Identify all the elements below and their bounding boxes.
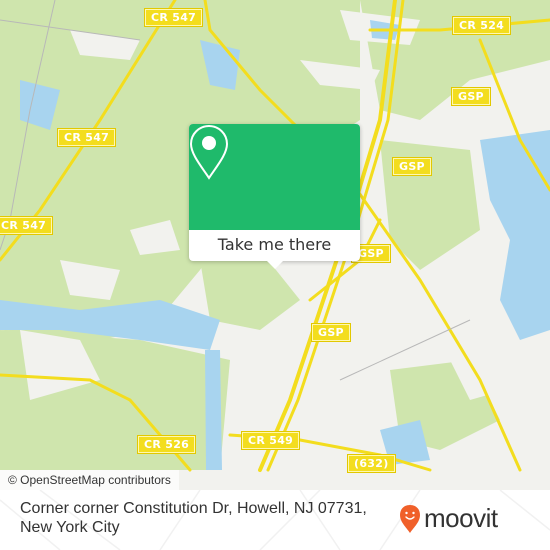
road-label: GSP (451, 87, 491, 106)
road-label: CR 547 (56, 128, 117, 147)
road-label: CR 547 (0, 216, 54, 235)
address-text: Corner corner Constitution Dr, Howell, N… (20, 500, 367, 536)
take-me-there-button[interactable]: Take me there (189, 230, 360, 261)
road-label: CR 524 (451, 16, 512, 35)
popup-header (189, 124, 360, 230)
brand-name: moovit (424, 503, 498, 533)
map-pin-icon (189, 124, 229, 180)
road-label: CR 526 (136, 435, 197, 454)
road-label: (632) (347, 454, 396, 473)
moovit-pin-smile-icon (400, 504, 420, 533)
map-attribution[interactable]: © OpenStreetMap contributors (0, 470, 179, 490)
popup-pointer (267, 261, 283, 269)
road-label: CR 547 (143, 8, 204, 27)
river (205, 350, 222, 470)
forest-area (200, 250, 300, 330)
road-label: CR 549 (240, 431, 301, 450)
road-label: GSP (311, 323, 351, 342)
road-label: GSP (392, 157, 432, 176)
moovit-logo[interactable]: moovit (399, 503, 498, 534)
footer: Corner corner Constitution Dr, Howell, N… (0, 490, 550, 550)
location-popup: Take me there (189, 124, 360, 269)
map[interactable]: CR 547 CR 547 CR 547 CR 524 GSP GSP GSP … (0, 0, 550, 490)
